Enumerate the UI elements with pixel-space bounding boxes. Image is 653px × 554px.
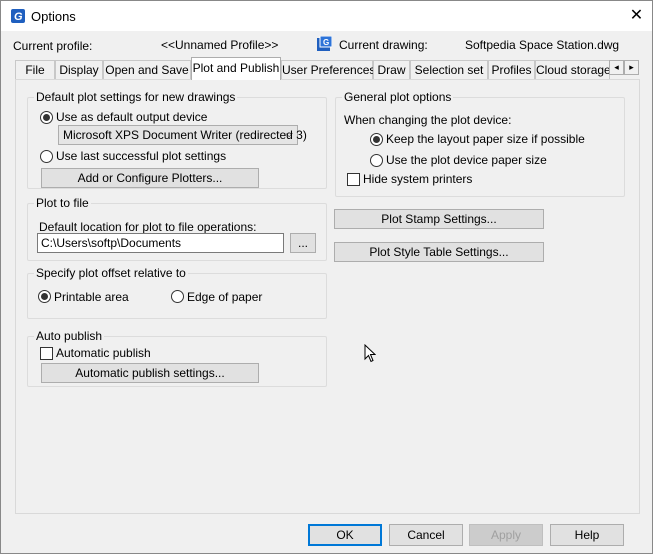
use-default-device-label: Use as default output device [56, 110, 208, 124]
plot-file-location-input[interactable]: C:\Users\softp\Documents [37, 233, 284, 253]
tab-display[interactable]: Display [55, 60, 103, 79]
auto-publish-title: Auto publish [34, 329, 105, 343]
output-device-value: Microsoft XPS Document Writer (redirecte… [63, 128, 307, 142]
plot-file-location-label: Default location for plot to file operat… [39, 220, 257, 234]
tab-open-and-save[interactable]: Open and Save [103, 60, 191, 79]
tab-draw[interactable]: Draw [373, 60, 410, 79]
plot-to-file-group: Plot to file Default location for plot t… [27, 196, 327, 261]
keep-layout-paper-label: Keep the layout paper size if possible [386, 132, 585, 146]
auto-publish-group: Auto publish Automatic publish Automatic… [27, 329, 327, 387]
tab-cloud-storage[interactable]: Cloud storage [535, 60, 611, 79]
printable-area-radio[interactable] [38, 290, 51, 303]
plot-and-publish-panel: Default plot settings for new drawings U… [15, 79, 640, 514]
current-profile-label: Current profile: [13, 39, 93, 53]
default-plot-settings-title: Default plot settings for new drawings [34, 90, 238, 104]
add-configure-plotters-button[interactable]: Add or Configure Plotters... [41, 168, 259, 188]
use-device-paper-radio[interactable] [370, 154, 383, 167]
tab-user-preferences[interactable]: User Preferences [281, 60, 375, 79]
plot-style-table-settings-button[interactable]: Plot Style Table Settings... [334, 242, 544, 262]
svg-text:G: G [14, 11, 23, 23]
svg-text:G: G [323, 38, 329, 47]
window-title: Options [31, 9, 76, 24]
current-drawing-value: Softpedia Space Station.dwg [465, 38, 620, 52]
default-plot-settings-group: Default plot settings for new drawings U… [27, 90, 327, 189]
hide-system-printers-label: Hide system printers [363, 172, 473, 186]
automatic-publish-checkbox[interactable] [40, 347, 53, 360]
apply-button[interactable]: Apply [469, 524, 543, 546]
tab-profiles[interactable]: Profiles [488, 60, 535, 79]
cancel-button[interactable]: Cancel [389, 524, 463, 546]
mouse-pointer-icon [364, 344, 376, 363]
title-bar: G Options ✕ [1, 1, 652, 31]
use-last-settings-label: Use last successful plot settings [56, 149, 227, 163]
general-plot-options-group: General plot options When changing the p… [335, 90, 625, 197]
general-plot-options-title: General plot options [342, 90, 454, 104]
when-changing-device-label: When changing the plot device: [344, 113, 512, 127]
use-default-device-radio[interactable] [40, 111, 53, 124]
tab-file[interactable]: File [15, 60, 55, 79]
options-dialog: G Options ✕ Current profile: <<Unnamed P… [0, 0, 653, 554]
edge-of-paper-radio[interactable] [171, 290, 184, 303]
automatic-publish-settings-button[interactable]: Automatic publish settings... [41, 363, 259, 383]
browse-location-button[interactable]: ... [290, 233, 316, 253]
tab-selection-set[interactable]: Selection set [410, 60, 488, 79]
plot-offset-title: Specify plot offset relative to [34, 266, 188, 280]
current-profile-value: <<Unnamed Profile>> [161, 38, 279, 52]
output-device-select[interactable]: Microsoft XPS Document Writer (redirecte… [58, 125, 307, 145]
automatic-publish-label: Automatic publish [56, 346, 151, 360]
app-logo-icon: G [11, 9, 25, 23]
current-drawing-label: Current drawing: [339, 38, 428, 52]
plot-to-file-title: Plot to file [34, 196, 91, 210]
use-last-settings-radio[interactable] [40, 150, 53, 163]
keep-layout-paper-radio[interactable] [370, 133, 383, 146]
plot-stamp-settings-button[interactable]: Plot Stamp Settings... [334, 209, 544, 229]
edge-of-paper-label: Edge of paper [187, 290, 263, 304]
ok-button[interactable]: OK [308, 524, 382, 546]
close-icon[interactable]: ✕ [621, 1, 652, 31]
printable-area-label: Printable area [54, 290, 129, 304]
hide-system-printers-checkbox[interactable] [347, 173, 360, 186]
use-device-paper-label: Use the plot device paper size [386, 153, 547, 167]
tab-scroll-right-icon[interactable]: ▸ [624, 60, 639, 75]
tab-scroll-left-icon[interactable]: ◂ [609, 60, 624, 75]
drawing-file-icon: G [317, 36, 332, 51]
tab-plot-and-publish[interactable]: Plot and Publish [191, 57, 281, 80]
help-button[interactable]: Help [550, 524, 624, 546]
plot-offset-group: Specify plot offset relative to Printabl… [27, 266, 327, 319]
chevron-down-icon: ⌵ [285, 129, 293, 140]
